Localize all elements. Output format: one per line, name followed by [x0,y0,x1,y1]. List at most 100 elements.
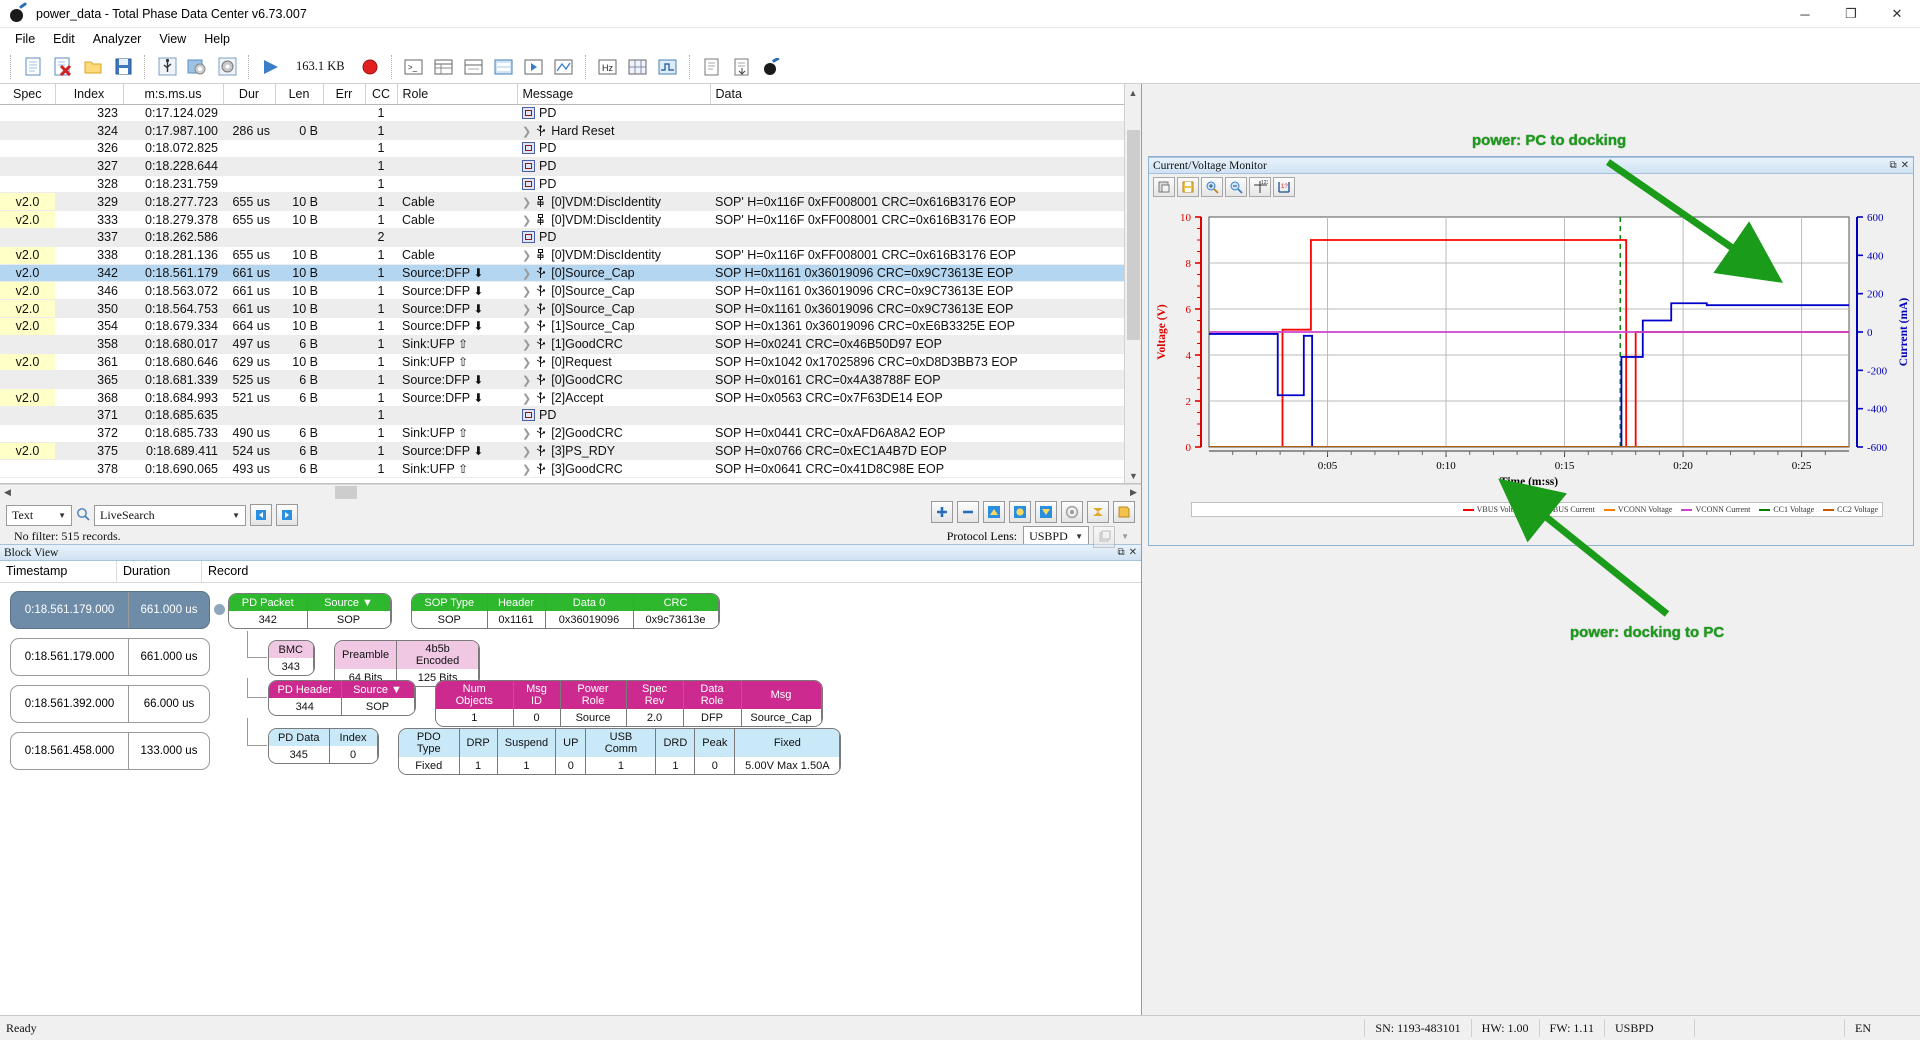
block-timestamp-pill[interactable]: 0:18.561.458.000133.000 us [10,732,210,770]
hscroll-thumb[interactable] [335,486,357,499]
block-group[interactable]: Num ObjectsMsg IDPower RoleSpec RevData … [435,680,823,727]
table-row[interactable]: v2.03420:18.561.179661 us10 B1Source:DFP… [0,264,1125,282]
table-row[interactable]: 3780:18.690.065493 us6 B1Sink:UFP ⇧❯[3]G… [0,460,1125,478]
scroll-right-arrow[interactable]: ▶ [1126,487,1141,498]
search-next-button[interactable] [276,504,298,526]
lan-icon[interactable] [550,54,578,80]
device-settings-icon[interactable] [183,54,211,80]
expand-chevron-icon[interactable]: ❯ [522,375,531,387]
table-row[interactable]: v2.03460:18.563.072661 us10 B1Source:DFP… [0,282,1125,300]
record-icon[interactable] [356,54,384,80]
table-row[interactable]: 3270:18.228.6441 PD [0,157,1125,175]
bookmark-icon[interactable] [1113,501,1135,523]
table-row[interactable]: 3710:18.685.6351 PD [0,407,1125,425]
filter-type-select[interactable]: Text ▼ [6,505,72,526]
col-dur[interactable]: Dur [223,84,275,104]
import-icon[interactable] [728,54,756,80]
expand-chevron-icon[interactable]: ❯ [522,197,531,209]
scroll-thumb[interactable] [1127,130,1140,340]
col-len[interactable]: Len [275,84,323,104]
crosshair-icon[interactable]: 123 [1249,177,1271,197]
table-row[interactable]: v2.03540:18.679.334664 us10 B1Source:DFP… [0,318,1125,336]
expand-chevron-icon[interactable]: ❯ [522,428,531,440]
table-row[interactable]: v2.03750:18.689.411524 us6 B1Source:DFP … [0,442,1125,460]
collapse-level-icon[interactable] [1009,501,1031,523]
table-row[interactable]: 3260:18.072.8251 PD [0,140,1125,158]
menu-item-analyzer[interactable]: Analyzer [84,30,151,48]
expand-chevron-icon[interactable]: ❯ [522,250,531,262]
measure-icon[interactable]: 1? [1273,177,1295,197]
block-view-icon[interactable] [490,54,518,80]
expand-chevron-icon[interactable]: ❯ [522,304,531,316]
zoom-in-icon[interactable] [1201,177,1223,197]
navigate-icon[interactable] [520,54,548,80]
table-row[interactable]: v2.03330:18.279.378655 us10 B1Cable ❯[0]… [0,211,1125,229]
block-timestamp-pill[interactable]: 0:18.561.179.000661.000 us [10,591,210,629]
expand-chevron-icon[interactable]: ❯ [522,215,531,227]
table-row[interactable]: 3720:18.685.733490 us6 B1Sink:UFP ⇧❯[2]G… [0,424,1125,442]
expand-chevron-icon[interactable]: ❯ [522,464,531,476]
expand-chevron-icon[interactable]: ❯ [522,286,531,298]
remove-filter-icon[interactable] [957,501,979,523]
run-capture-icon[interactable] [257,54,285,80]
block-group[interactable]: SOP TypeHeaderData 0CRCSOP0x11610x360190… [411,593,720,629]
lens-stack-icon[interactable] [1093,526,1115,548]
scroll-down-arrow[interactable]: ▼ [1125,467,1141,484]
capture-settings-icon[interactable] [213,54,241,80]
expand-chevron-icon[interactable]: ❯ [522,393,531,405]
hscroll-track[interactable] [15,486,1126,499]
table-row[interactable]: v2.03290:18.277.723655 us10 B1Cable ❯[0]… [0,193,1125,211]
col-data[interactable]: Data [710,84,1125,104]
chart-plot-area[interactable]: 0246810Voltage (V)-600-400-2000200400600… [1149,199,1913,499]
table-row[interactable]: v2.03380:18.281.136655 us10 B1Cable ❯[0]… [0,246,1125,264]
close-button[interactable]: ✕ [1874,0,1920,28]
expand-chevron-icon[interactable]: ❯ [522,268,531,280]
target-icon[interactable] [1061,501,1083,523]
menu-item-edit[interactable]: Edit [44,30,84,48]
block-group[interactable]: PDO TypeDRPSuspendUPUSB CommDRDPeakFixed… [398,728,841,775]
save-icon[interactable] [1177,177,1199,197]
print-icon[interactable] [1153,177,1175,197]
console-icon[interactable]: >_ [400,54,428,80]
search-prev-button[interactable] [250,504,272,526]
col-time[interactable]: m:s.ms.us [123,84,223,104]
block-group[interactable]: PD HeaderSource ▼344SOP [268,680,416,716]
block-group[interactable]: PD PacketSource ▼342SOP [228,593,392,629]
zoom-out-icon[interactable] [1225,177,1247,197]
col-spec[interactable]: Spec [0,84,55,104]
block-timestamp-pill[interactable]: 0:18.561.392.00066.000 us [10,685,210,723]
detail-view-icon[interactable] [460,54,488,80]
menu-item-help[interactable]: Help [195,30,239,48]
float-icon[interactable]: ⧉ [1117,547,1124,558]
expand-all-icon[interactable] [983,501,1005,523]
table-row[interactable]: v2.03680:18.684.993521 us6 B1Source:DFP … [0,389,1125,407]
expand-chevron-icon[interactable]: ❯ [522,357,531,369]
search-input[interactable]: LiveSearch ▼ [94,505,246,526]
expand-chevron-icon[interactable]: ❯ [522,321,531,333]
chevron-down-icon[interactable]: ▼ [1115,532,1135,541]
table-row[interactable]: 3230:17.124.0291 PD [0,104,1125,122]
col-message[interactable]: Message [517,84,710,104]
close-file-icon[interactable] [49,54,77,80]
table-row[interactable]: 3370:18.262.5862 PD [0,229,1125,247]
close-icon[interactable]: ✕ [1129,547,1137,558]
maximize-button[interactable]: ❐ [1828,0,1874,28]
table-row[interactable]: v2.03610:18.680.646629 us10 B1Sink:UFP ⇧… [0,353,1125,371]
fold-icon[interactable] [1087,501,1109,523]
add-filter-icon[interactable] [931,501,953,523]
scroll-left-arrow[interactable]: ◀ [0,487,15,498]
col-err[interactable]: Err [323,84,365,104]
menu-item-file[interactable]: File [6,30,44,48]
table-row[interactable]: 3240:17.987.100286 us0 B1 ❯Hard Reset [0,122,1125,140]
col-index[interactable]: Index [55,84,123,104]
new-file-icon[interactable] [19,54,47,80]
scroll-up-arrow[interactable]: ▲ [1125,84,1141,101]
grid-icon[interactable] [624,54,652,80]
save-icon[interactable] [109,54,137,80]
expand-chevron-icon[interactable]: ❯ [522,126,531,138]
block-group[interactable]: BMC343 [268,640,315,676]
table-row[interactable]: 3580:18.680.017497 us6 B1Sink:UFP ⇧❯[1]G… [0,335,1125,353]
table-row[interactable]: 3280:18.231.7591 PD [0,175,1125,193]
block-group[interactable]: PD DataIndex3450 [268,728,379,764]
col-role[interactable]: Role [397,84,517,104]
